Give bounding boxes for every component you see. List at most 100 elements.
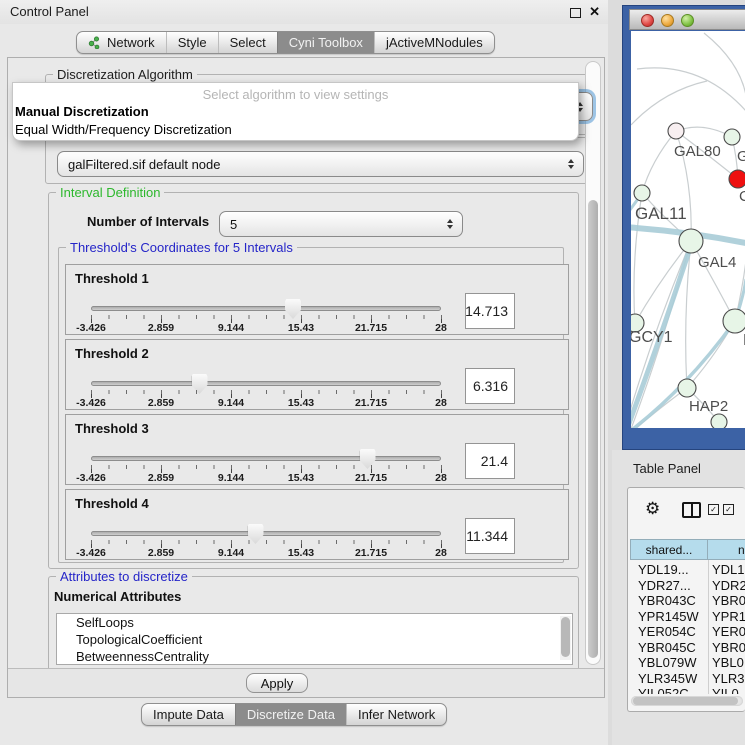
attributes-list-scrollbar[interactable] (560, 616, 571, 660)
node-label: G (737, 148, 745, 165)
tab-infer-network[interactable]: Infer Network (346, 704, 446, 725)
algorithm-dropdown-popup: Select algorithm to view settings Manual… (12, 82, 579, 141)
threshold-1-panel: Threshold 1 -3.4262.8599.14415.4321.7152… (65, 264, 569, 335)
gear-icon[interactable]: ⚙ (645, 499, 660, 519)
cyni-toolbox-panel: Discretization Algorithm Select algorith… (7, 57, 605, 698)
node-hap2[interactable] (678, 379, 696, 397)
table-horizontal-scrollbar[interactable] (631, 696, 743, 706)
threshold-3-panel: Threshold 3 -3.4262.8599.14415.4321.7152… (65, 414, 569, 485)
network-view-window: GAL80 G GAL11 GAL4 GCY1 H HAP2 C (622, 5, 745, 450)
algorithm-placeholder-option[interactable]: Select algorithm to view settings (13, 87, 578, 102)
table-row[interactable]: YBR043CYBR0 (630, 593, 745, 609)
node-g[interactable] (724, 129, 740, 145)
column-header-name[interactable]: na (708, 539, 745, 560)
tab-cyni-toolbox[interactable]: Cyni Toolbox (277, 32, 374, 53)
node-gal11[interactable] (634, 185, 650, 201)
threshold-3-value-field[interactable]: 21.4 (465, 443, 515, 479)
node-label: HAP2 (689, 398, 728, 415)
tab-jactivemnodules[interactable]: jActiveMNodules (374, 32, 494, 53)
network-canvas[interactable]: GAL80 G GAL11 GAL4 GCY1 H HAP2 C (631, 31, 745, 428)
bottom-tab-bar: Impute Data Discretize Data Infer Networ… (141, 703, 447, 726)
table-row[interactable]: YER054CYER0 (630, 624, 745, 640)
mac-minimize-button[interactable] (661, 14, 674, 27)
number-of-intervals-combobox[interactable]: 5 (219, 211, 463, 237)
tab-impute-data[interactable]: Impute Data (142, 704, 235, 725)
table-data-selected-value: galFiltered.sif default node (68, 157, 220, 172)
tab-select[interactable]: Select (218, 32, 277, 53)
discretization-algorithm-group-title: Discretization Algorithm (53, 67, 197, 82)
scrollbar-thumb[interactable] (588, 200, 598, 658)
network-window-titlebar[interactable] (629, 9, 745, 30)
window-title: Control Panel (10, 4, 89, 19)
option-equal-width-frequency[interactable]: Equal Width/Frequency Discretization (15, 122, 232, 137)
attributes-group-title: Attributes to discretize (56, 569, 192, 584)
apply-strip: Apply (8, 668, 604, 697)
interval-definition-group: Interval Definition Number of Intervals … (48, 192, 579, 569)
slider-scale-labels: -3.4262.8599.14415.4321.71528 (91, 397, 441, 409)
table-row[interactable]: YDR27...YDR2 (630, 578, 745, 594)
checkbox-icon[interactable]: ✓ (723, 504, 734, 515)
network-graph: GAL80 G GAL11 GAL4 GCY1 H HAP2 C (631, 31, 745, 428)
tab-network[interactable]: Network (77, 32, 166, 53)
table-data-combobox[interactable]: galFiltered.sif default node (57, 151, 584, 177)
scrollbar-thumb[interactable] (633, 697, 738, 705)
apply-button[interactable]: Apply (246, 673, 308, 693)
interval-definition-group-title: Interval Definition (56, 185, 164, 200)
number-of-intervals-label: Number of Intervals (87, 214, 209, 229)
node-label: C (739, 188, 745, 205)
threshold-2-panel: Threshold 2 -3.4262.8599.14415.4321.7152… (65, 339, 569, 410)
slider-scale-labels: -3.4262.8599.14415.4321.71528 (91, 547, 441, 559)
table-row[interactable]: YPR145WYPR1 (630, 609, 745, 625)
tab-network-label: Network (107, 35, 155, 50)
table-panel-box: ⚙ ✓ ✓ shared... na YDL19...YDL1 YDR27...… (627, 487, 745, 712)
attributes-group: Attributes to discretize Numerical Attri… (48, 576, 579, 668)
table-row[interactable]: YBR045CYBR0 (630, 640, 745, 656)
list-item[interactable]: TopologicalCoefficient (57, 631, 572, 648)
node-label: GAL11 (635, 204, 687, 223)
combo-arrows-icon (568, 159, 574, 169)
mac-close-button[interactable] (641, 14, 654, 27)
node-label: GAL4 (698, 254, 736, 271)
table-panel-title: Table Panel (633, 461, 701, 476)
numerical-attributes-label: Numerical Attributes (54, 589, 181, 604)
tab-style[interactable]: Style (166, 32, 218, 53)
list-item[interactable]: SelfLoops (57, 614, 572, 631)
checkbox-icon[interactable]: ✓ (708, 504, 719, 515)
table-row[interactable]: YBL079WYBL0 (630, 655, 745, 671)
top-tab-bar: Network Style Select Cyni Toolbox jActiv… (76, 31, 495, 54)
list-item[interactable]: BetweennessCentrality (57, 648, 572, 665)
table-row[interactable]: YIL052CYIL0 (630, 686, 745, 694)
table-data-group: Table Data galFiltered.sif default node (45, 134, 595, 184)
thresholds-group-title: Threshold's Coordinates for 5 Intervals (66, 240, 297, 255)
option-manual-discretization[interactable]: Manual Discretization (15, 104, 149, 119)
node-gal4[interactable] (679, 229, 703, 253)
threshold-1-value-field[interactable]: 14.713 (465, 293, 515, 329)
threshold-4-value-field[interactable]: 11.344 (465, 518, 515, 554)
table-rows: YDL19...YDL1 YDR27...YDR2 YBR043CYBR0 YP… (630, 562, 745, 694)
mac-zoom-button[interactable] (681, 14, 694, 27)
node-label: GCY1 (631, 329, 673, 346)
control-panel-titlebar: Control Panel ✕ (0, 0, 608, 24)
node-label: GAL80 (674, 143, 721, 160)
table-panel: Table Panel ⚙ ✓ ✓ shared... na YDL19...Y… (612, 450, 745, 745)
tab-discretize-data[interactable]: Discretize Data (235, 704, 346, 725)
close-icon[interactable]: ✕ (589, 4, 600, 20)
threshold-4-panel: Threshold 4 -3.4262.8599.14415.4321.7152… (65, 489, 569, 560)
number-of-intervals-value: 5 (230, 217, 237, 232)
node-gal80[interactable] (668, 123, 684, 139)
settings-vertical-scrollbar[interactable] (585, 61, 601, 665)
slider-scale-labels: -3.4262.8599.14415.4321.71528 (91, 472, 441, 484)
node-h[interactable] (723, 309, 745, 333)
network-icon (88, 36, 101, 49)
node-bottom[interactable] (711, 414, 727, 428)
thresholds-group: Threshold's Coordinates for 5 Intervals … (58, 247, 564, 563)
column-header-shared-name[interactable]: shared... (630, 539, 708, 560)
threshold-2-value-field[interactable]: 6.316 (465, 368, 515, 404)
numerical-attributes-list: SelfLoops TopologicalCoefficient Between… (56, 613, 573, 665)
control-panel-window: Control Panel ✕ Network Style Select Cyn… (0, 0, 608, 745)
float-window-icon[interactable] (570, 8, 581, 18)
table-row[interactable]: YLR345WYLR3 (630, 671, 745, 687)
node-selected-red[interactable] (729, 170, 745, 188)
split-table-icon[interactable] (682, 502, 701, 518)
table-row[interactable]: YDL19...YDL1 (630, 562, 745, 578)
